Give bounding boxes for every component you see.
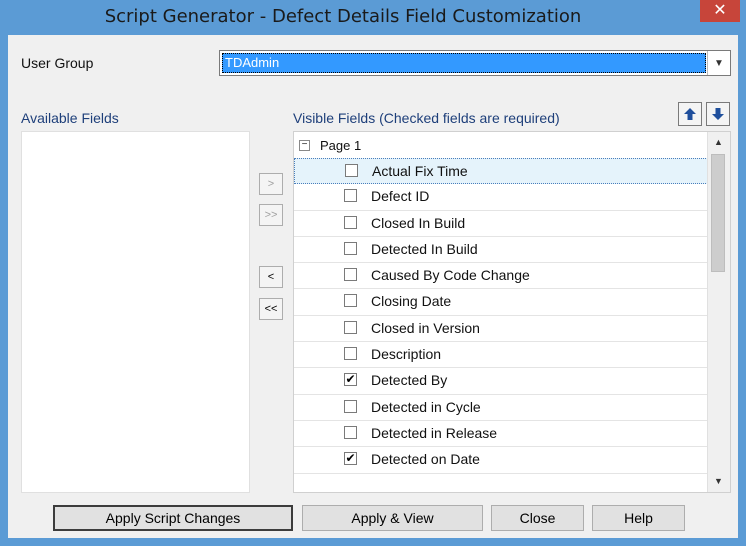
field-row-label: Detected in Cycle (371, 398, 481, 415)
field-row-label: Closed In Build (371, 214, 466, 231)
title-bar[interactable]: Script Generator - Defect Details Field … (0, 0, 746, 35)
tree-node-page[interactable]: − Page 1 (299, 135, 361, 155)
available-fields-list[interactable] (21, 131, 250, 493)
scroll-down-icon[interactable]: ▼ (710, 473, 727, 490)
field-row[interactable]: Actual Fix Time (294, 158, 708, 185)
field-row[interactable]: Detected in Cycle (294, 395, 708, 421)
arrow-up-icon (684, 108, 696, 120)
field-row[interactable]: Detected In Build (294, 237, 708, 264)
apply-and-view-button[interactable]: Apply & View (302, 505, 483, 531)
close-button[interactable]: Close (491, 505, 584, 531)
visible-fields-rows: Actual Fix Time Defect ID Closed In Build D… (294, 158, 708, 474)
available-fields-label: Available Fields (21, 110, 119, 126)
field-row[interactable]: Closed in Version (294, 316, 708, 343)
required-checkbox[interactable] (344, 268, 357, 282)
field-row-label: Defect ID (371, 188, 430, 205)
remove-all-fields-button[interactable]: << (259, 298, 283, 320)
field-row-label: Actual Fix Time (372, 163, 468, 179)
vertical-scrollbar[interactable]: ▲ ▼ (707, 132, 730, 492)
chevron-down-icon[interactable]: ▼ (707, 51, 730, 75)
required-checkbox[interactable]: ✔ (344, 452, 357, 466)
user-group-select[interactable]: TDAdmin ▼ (219, 50, 731, 76)
field-row[interactable]: Defect ID (294, 184, 708, 211)
field-row[interactable]: ✔ Detected By (294, 368, 708, 395)
scroll-up-icon[interactable]: ▲ (710, 134, 727, 151)
required-checkbox[interactable] (344, 399, 357, 413)
remove-field-button[interactable]: < (259, 266, 283, 288)
field-row-label: Closing Date (371, 293, 452, 310)
user-group-selected-value: TDAdmin (222, 53, 706, 73)
move-down-button[interactable] (706, 102, 730, 126)
field-row-label: Caused By Code Change (371, 267, 530, 284)
field-row[interactable]: Caused By Code Change (294, 263, 708, 290)
required-checkbox[interactable] (344, 189, 357, 203)
arrow-down-icon (712, 108, 724, 120)
field-row[interactable]: Closed In Build (294, 211, 708, 237)
required-checkbox[interactable] (344, 347, 357, 361)
dialog-window: Script Generator - Defect Details Field … (0, 0, 746, 546)
required-checkbox[interactable] (344, 294, 357, 308)
user-group-label: User Group (21, 55, 94, 71)
field-row-label: Description (371, 346, 442, 363)
required-checkbox[interactable] (344, 320, 357, 334)
field-row[interactable]: Detected in Release (294, 421, 708, 448)
field-row[interactable]: Description (294, 342, 708, 369)
required-checkbox[interactable] (344, 241, 357, 255)
field-row[interactable]: ✔ Detected on Date (294, 447, 708, 474)
required-checkbox[interactable] (344, 215, 357, 229)
field-row-label: Detected in Release (371, 424, 498, 441)
move-up-button[interactable] (678, 102, 702, 126)
apply-script-changes-button[interactable]: Apply Script Changes (53, 505, 293, 531)
required-checkbox[interactable] (345, 164, 358, 177)
window-title: Script Generator - Defect Details Field … (104, 6, 582, 27)
visible-fields-label: Visible Fields (Checked fields are requi… (293, 110, 560, 126)
field-row[interactable]: Closing Date (294, 289, 708, 316)
field-row-label: Detected By (371, 372, 448, 389)
field-row-label: Detected on Date (371, 451, 480, 468)
required-checkbox[interactable] (344, 425, 357, 439)
add-all-fields-button[interactable]: >> (259, 204, 283, 226)
help-button[interactable]: Help (592, 505, 685, 531)
dialog-body: User Group TDAdmin ▼ Available Fields > … (8, 35, 738, 538)
visible-fields-tree[interactable]: − Page 1 Actual Fix Time Defect ID Closed … (293, 131, 731, 493)
window-close-button[interactable]: ✕ (700, 0, 740, 22)
collapse-icon[interactable]: − (299, 139, 310, 151)
field-row-label: Detected In Build (371, 240, 478, 257)
tree-node-page-label: Page 1 (320, 137, 362, 153)
required-checkbox[interactable]: ✔ (344, 373, 357, 387)
add-field-button[interactable]: > (259, 173, 283, 195)
scrollbar-thumb[interactable] (711, 154, 725, 272)
field-row-label: Closed in Version (371, 319, 480, 336)
